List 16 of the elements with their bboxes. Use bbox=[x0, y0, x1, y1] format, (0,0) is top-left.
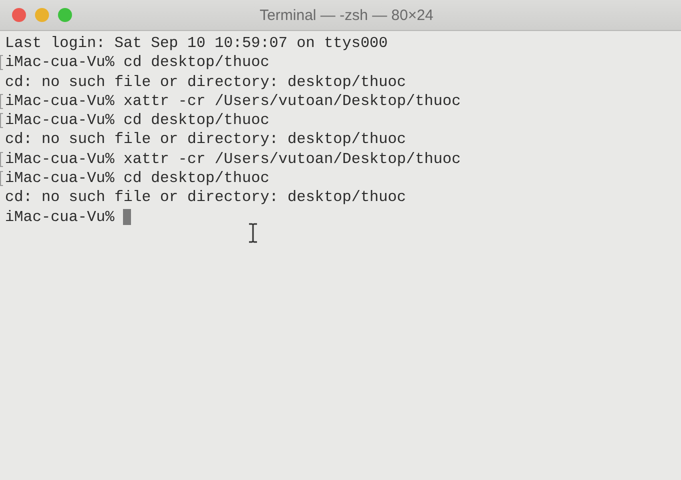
terminal-line: iMac-cua-Vu% cd desktop/thuoc bbox=[4, 111, 270, 130]
terminal-line: cd: no such file or directory: desktop/thuoc bbox=[4, 72, 406, 92]
window-title: Terminal — -zsh — 80×24 bbox=[258, 6, 434, 24]
terminal-line: cd: no such file or directory: desktop/thuoc bbox=[4, 130, 406, 150]
terminal-line: cd: no such file or directory: desktop/thuoc bbox=[4, 188, 406, 208]
prompt-text: iMac-cua-Vu% bbox=[4, 208, 116, 227]
terminal-line: iMac-cua-Vu% xattr -cr /Users/vutoan/Desktop/thuoc bbox=[4, 92, 461, 112]
terminal-line: iMac-cua-Vu% cd desktop/thuoc bbox=[4, 53, 270, 73]
zoom-button[interactable] bbox=[58, 8, 72, 22]
minimize-button[interactable] bbox=[35, 8, 49, 22]
terminal-line: iMac-cua-Vu% cd desktop/thuoc bbox=[4, 169, 270, 188]
close-button[interactable] bbox=[12, 8, 26, 22]
terminal-line: iMac-cua-Vu% xattr -cr /Users/vutoan/Desktop/thuoc bbox=[4, 150, 461, 170]
terminal-line: Last login: Sat Sep 10 10:59:07 on ttys000 bbox=[4, 34, 388, 54]
i-beam-cursor-icon bbox=[248, 223, 258, 243]
text-cursor bbox=[123, 209, 132, 226]
